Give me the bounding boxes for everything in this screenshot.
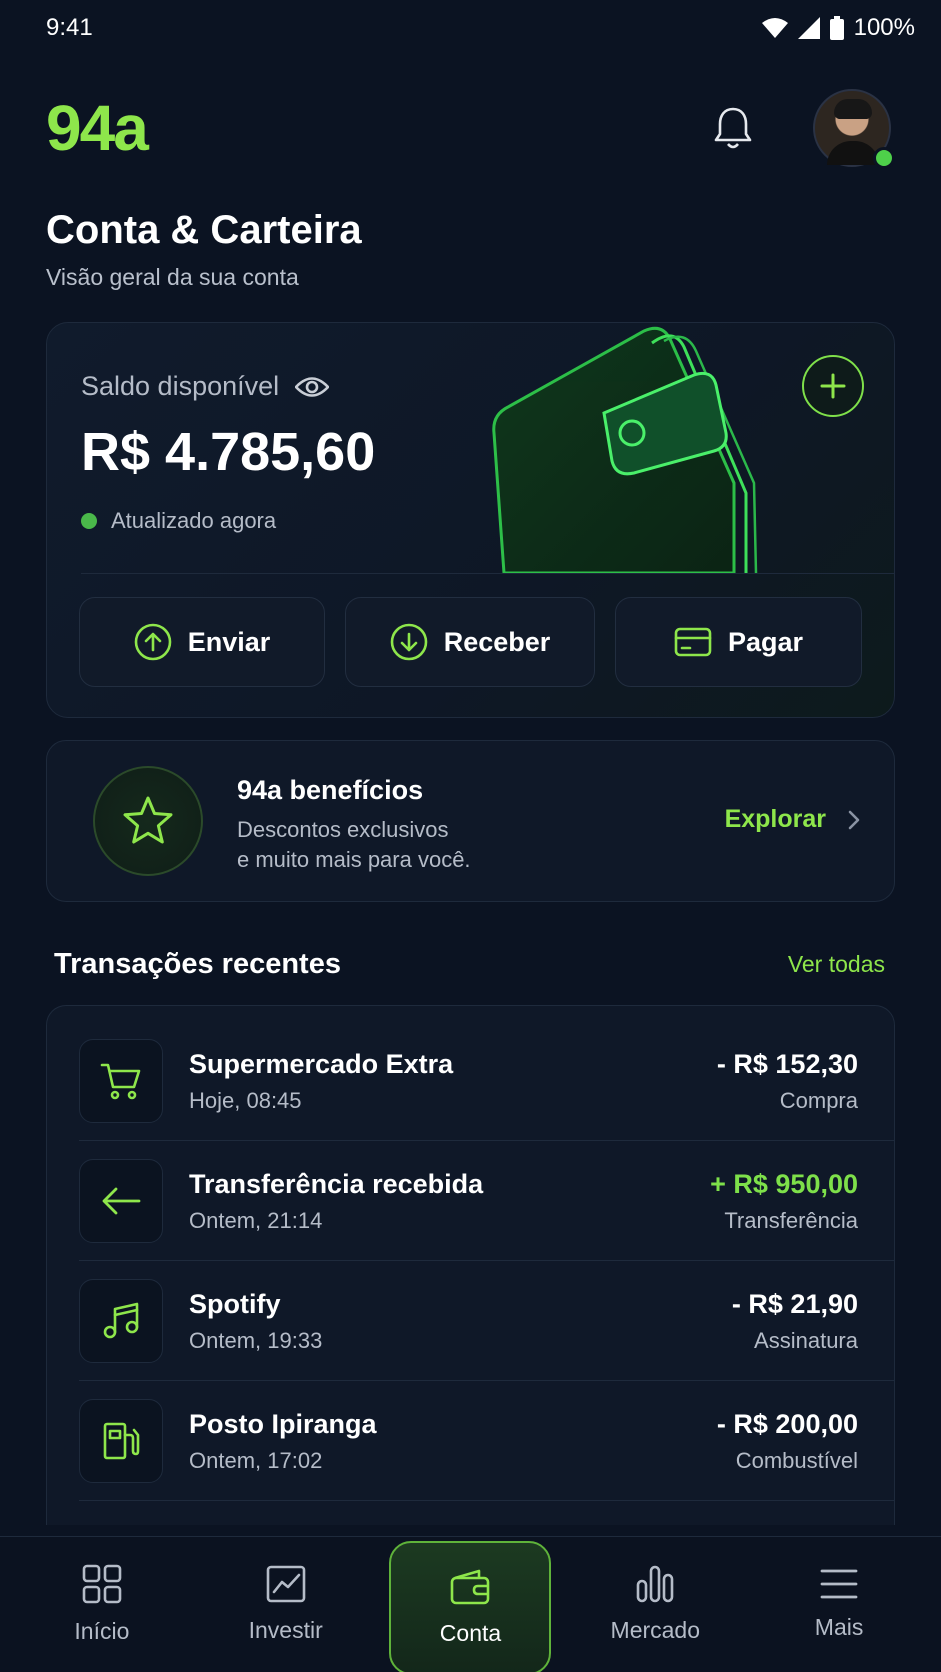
tx-category: Assinatura [754,1327,858,1353]
pay-label: Pagar [727,626,804,657]
explore-link[interactable]: Explorar [725,805,860,834]
balance-card: Saldo disponível R$ 4.785,60 Atualizado … [46,322,895,718]
see-all-link[interactable]: Ver todas [788,951,885,978]
chevron-right-icon [848,810,860,829]
tx-amount: - R$ 200,00 [716,1408,858,1439]
list-item[interactable]: Spotify Ontem, 19:33 - R$ 21,90 Assinatu… [79,1261,894,1381]
balance-label: Saldo disponível [81,371,280,401]
status-bar: 9:41 100% [0,0,941,56]
tx-name: Supermercado Extra [189,1048,454,1079]
music-icon [79,1279,163,1363]
benefits-desc-line2: e muito mais para você. [237,847,471,872]
updated-status: Atualizado agora [81,508,276,534]
nav-item-mais[interactable]: Mais [759,1538,919,1672]
online-status-dot [873,147,895,169]
nav-label: Conta [439,1620,502,1646]
cart-icon [79,1039,163,1123]
wifi-icon [761,18,788,38]
credit-card-icon [674,627,712,657]
tx-category: Transferência [724,1207,858,1233]
card-divider [81,573,894,574]
page-subtitle: Visão geral da sua conta [46,264,299,290]
bell-icon[interactable] [711,104,755,152]
updated-label: Atualizado agora [111,508,277,533]
tx-name: Posto Ipiranga [189,1408,377,1439]
nav-item-conta[interactable]: Conta [389,1540,552,1672]
nav-item-inicio[interactable]: Início [22,1538,182,1672]
wallet-icon [451,1569,490,1605]
bar-chart-icon [636,1565,674,1603]
benefits-card[interactable]: 94a benefícios Descontos exclusivos e mu… [46,740,895,902]
list-item[interactable]: Posto Ipiranga Ontem, 17:02 - R$ 200,00 … [79,1381,894,1501]
tx-name: Transferência recebida [189,1168,484,1199]
star-badge [93,766,203,876]
balance-label-row: Saldo disponível [81,371,330,402]
wallet-illustration-icon [492,326,758,573]
add-balance-button[interactable] [802,355,864,417]
page-title: Conta & Carteira [46,208,362,252]
tx-category: Combustível [735,1447,858,1473]
tx-amount: + R$ 950,00 [710,1168,858,1199]
send-button[interactable]: Enviar [79,597,325,687]
arrow-down-circle-icon [390,623,428,661]
avatar[interactable] [813,89,895,169]
battery-level: 100% [853,14,915,41]
fuel-icon [79,1399,163,1483]
explore-label: Explorar [724,805,826,833]
star-icon [123,796,173,844]
pay-button[interactable]: Pagar [615,597,862,687]
balance-amount: R$ 4.785,60 [81,422,376,482]
tx-time: Ontem, 17:02 [189,1447,323,1473]
signal-icon [797,17,820,39]
tx-category: Compra [779,1087,858,1113]
app-logo[interactable]: 94a [46,91,149,165]
transactions-title: Transações recentes [54,948,341,980]
nav-label: Investir [248,1617,323,1643]
tx-amount: - R$ 21,90 [731,1288,858,1319]
eye-icon[interactable] [295,376,330,398]
nav-item-mercado[interactable]: Mercado [575,1538,735,1672]
receive-label: Receber [443,626,551,657]
tx-time: Ontem, 19:33 [189,1327,323,1353]
app-header: 94a [46,88,895,169]
grid-icon [82,1564,122,1604]
nav-label: Mais [814,1614,864,1640]
menu-icon [820,1569,858,1599]
status-time: 9:41 [46,14,93,41]
transactions-header: Transações recentes Ver todas [54,948,885,981]
receive-button[interactable]: Receber [345,597,595,687]
nav-label: Início [74,1618,130,1644]
bottom-nav: Início Investir Conta Mercado Mais [0,1536,941,1672]
benefits-title: 94a benefícios [237,775,424,805]
chart-line-icon [266,1565,305,1603]
tx-time: Hoje, 08:45 [189,1087,302,1113]
plus-icon [820,373,846,399]
send-label: Enviar [187,626,271,657]
benefits-desc-line1: Descontos exclusivos [237,817,449,842]
arrow-up-circle-icon [134,623,172,661]
arrow-left-icon [79,1159,163,1243]
tx-name: Spotify [189,1288,281,1319]
status-icons: 100% [761,14,915,42]
battery-icon [829,16,844,40]
tx-time: Ontem, 21:14 [189,1207,323,1233]
list-item[interactable]: Transferência recebida Ontem, 21:14 + R$… [79,1141,894,1261]
tx-amount: - R$ 152,30 [716,1048,858,1079]
transactions-list: Supermercado Extra Hoje, 08:45 - R$ 152,… [46,1005,895,1525]
nav-item-investir[interactable]: Investir [206,1538,366,1672]
benefits-description: Descontos exclusivos e muito mais para v… [237,815,537,875]
quick-actions: Enviar Receber Pagar [79,597,862,687]
nav-label: Mercado [610,1617,701,1643]
list-item[interactable]: Supermercado Extra Hoje, 08:45 - R$ 152,… [79,1021,894,1141]
status-dot [81,513,97,529]
